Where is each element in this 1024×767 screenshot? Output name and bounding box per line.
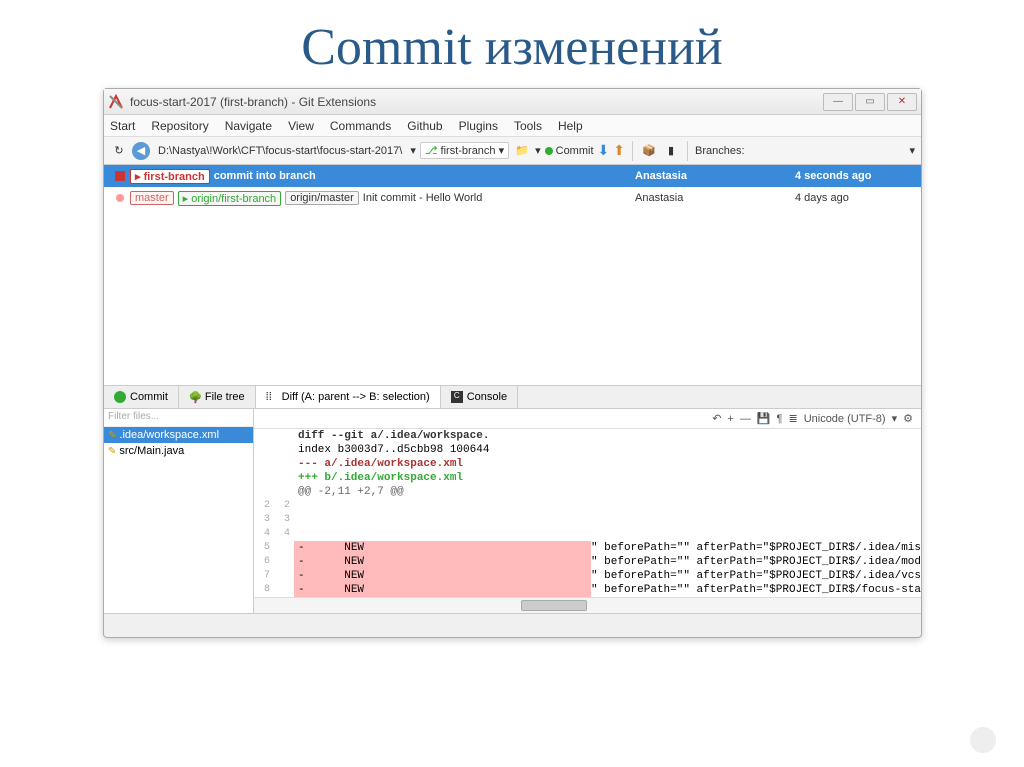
file-item-workspace[interactable]: ✎ .idea/workspace.xml: [104, 427, 253, 443]
branch-icon: ⎇: [425, 144, 438, 157]
menu-navigate[interactable]: Navigate: [225, 119, 272, 133]
menu-commands[interactable]: Commands: [330, 119, 391, 133]
commit-author: Anastasia: [635, 170, 795, 182]
diff-line[interactable]: 22: [254, 499, 921, 513]
commit-time: 4 days ago: [795, 192, 915, 204]
menu-start[interactable]: Start: [110, 119, 135, 133]
commit-row-head[interactable]: ▸ first-branch commit into branch Anasta…: [104, 165, 921, 187]
diff-view: ↶ + — 💾 ¶ ≣ Unicode (UTF-8) ▾ ⚙ diff --g…: [254, 409, 921, 613]
commit-message: Init commit - Hello World: [363, 192, 635, 204]
menu-tools[interactable]: Tools: [514, 119, 542, 133]
menu-help[interactable]: Help: [558, 119, 583, 133]
slide-title: Commit изменений: [0, 0, 1024, 85]
branch-tag-origin-master[interactable]: origin/master: [285, 191, 359, 205]
stash-icon[interactable]: 📦: [640, 142, 658, 160]
edit-icon: ✎: [108, 430, 116, 441]
edit-icon: ✎: [108, 446, 116, 457]
commit-node-icon: [116, 194, 124, 202]
console-tab-icon: C: [451, 391, 463, 403]
pilcrow-icon[interactable]: ¶: [777, 413, 783, 425]
commit-author: Anastasia: [635, 192, 795, 204]
diff-line[interactable]: 8- NEW" beforePath="" afterPath="$PROJEC…: [254, 583, 921, 597]
list-icon[interactable]: ≣: [788, 412, 797, 425]
diff-line[interactable]: index b3003d7..d5cbb98 100644: [254, 443, 921, 457]
file-filter-input[interactable]: Filter files...: [104, 409, 253, 427]
diff-toolbar: ↶ + — 💾 ¶ ≣ Unicode (UTF-8) ▾ ⚙: [254, 409, 921, 429]
scrollbar-thumb[interactable]: [521, 600, 588, 611]
tab-console[interactable]: C Console: [441, 386, 518, 408]
diff-line[interactable]: 5- NEW" beforePath="" afterPath="$PROJEC…: [254, 541, 921, 555]
branches-label: Branches:: [695, 145, 745, 157]
commit-graph: ▸ first-branch commit into branch Anasta…: [104, 165, 921, 385]
diff-line[interactable]: diff --git a/.idea/workspace.: [254, 429, 921, 443]
slide-page-number: [970, 727, 996, 753]
refresh-icon[interactable]: ↻: [110, 142, 128, 160]
pull-icon[interactable]: ⬇: [598, 142, 610, 159]
diff-horizontal-scrollbar[interactable]: [254, 597, 921, 613]
head-branch-tag[interactable]: ▸ first-branch: [130, 169, 210, 184]
menu-plugins[interactable]: Plugins: [459, 119, 498, 133]
main-toolbar: ↻ ◀ D:\Nastya\!Work\CFT\focus-start\focu…: [104, 137, 921, 165]
save-icon[interactable]: 💾: [757, 412, 771, 425]
app-icon: [108, 94, 124, 110]
diff-line[interactable]: 6- NEW" beforePath="" afterPath="$PROJEC…: [254, 555, 921, 569]
titlebar[interactable]: focus-start-2017 (first-branch) - Git Ex…: [104, 89, 921, 115]
push-icon[interactable]: ⬆: [613, 142, 625, 159]
back-icon[interactable]: ◀: [132, 142, 150, 160]
window-title: focus-start-2017 (first-branch) - Git Ex…: [130, 95, 823, 109]
tab-diff[interactable]: ⁞⁞ Diff (A: parent --> B: selection): [256, 386, 441, 408]
commit-button[interactable]: Commit: [545, 145, 594, 157]
branch-tag-master[interactable]: master: [130, 191, 174, 205]
menu-view[interactable]: View: [288, 119, 314, 133]
diff-line[interactable]: +++ b/.idea/workspace.xml: [254, 471, 921, 485]
branch-selector[interactable]: ⎇ first-branch ▾: [420, 142, 509, 159]
diff-line[interactable]: 44: [254, 527, 921, 541]
diff-tab-icon: ⁞⁞: [266, 391, 278, 403]
close-button[interactable]: ✕: [887, 93, 917, 111]
settings-icon[interactable]: ⚙: [903, 412, 913, 425]
folder-icon[interactable]: 📁: [513, 142, 531, 160]
detail-tabs: Commit 🌳 File tree ⁞⁞ Diff (A: parent --…: [104, 385, 921, 409]
commit-tab-icon: [114, 391, 126, 403]
commit-message: commit into branch: [214, 170, 635, 182]
diff-plus-icon[interactable]: +: [727, 413, 733, 425]
tab-commit[interactable]: Commit: [104, 386, 179, 408]
diff-line[interactable]: 7- NEW" beforePath="" afterPath="$PROJEC…: [254, 569, 921, 583]
commit-node-icon: [115, 171, 125, 181]
commit-time: 4 seconds ago: [795, 170, 915, 182]
maximize-button[interactable]: ▭: [855, 93, 885, 111]
detail-pane: Filter files... ✎ .idea/workspace.xml ✎ …: [104, 409, 921, 614]
encoding-selector[interactable]: Unicode (UTF-8): [804, 413, 886, 425]
minimize-button[interactable]: —: [823, 93, 853, 111]
branch-tag-origin-first[interactable]: ▸ origin/first-branch: [178, 191, 282, 206]
terminal-icon[interactable]: ▮: [662, 142, 680, 160]
diff-minus-icon[interactable]: —: [740, 413, 751, 425]
diff-line[interactable]: 33: [254, 513, 921, 527]
menu-repository[interactable]: Repository: [151, 119, 208, 133]
file-list: Filter files... ✎ .idea/workspace.xml ✎ …: [104, 409, 254, 613]
path-dropdown-icon[interactable]: ▾: [410, 144, 416, 157]
filetree-tab-icon: 🌳: [189, 391, 201, 403]
branch-dropdown-icon: ▾: [499, 144, 505, 157]
app-window: focus-start-2017 (first-branch) - Git Ex…: [103, 88, 922, 638]
toolbar-dropdown-icon[interactable]: ▾: [909, 144, 915, 157]
commit-label: Commit: [556, 145, 594, 157]
diff-line[interactable]: @@ -2,11 +2,7 @@: [254, 485, 921, 499]
undo-icon[interactable]: ↶: [712, 412, 721, 425]
diff-line[interactable]: --- a/.idea/workspace.xml: [254, 457, 921, 471]
tab-filetree[interactable]: 🌳 File tree: [179, 386, 256, 408]
file-item-mainjava[interactable]: ✎ src/Main.java: [104, 443, 253, 459]
commit-row[interactable]: master ▸ origin/first-branch origin/mast…: [104, 187, 921, 209]
diff-content[interactable]: diff --git a/.idea/workspace.index b3003…: [254, 429, 921, 597]
menubar: Start Repository Navigate View Commands …: [104, 115, 921, 137]
branch-name: first-branch: [441, 145, 496, 157]
commit-dot-icon: [545, 147, 553, 155]
menu-github[interactable]: Github: [407, 119, 442, 133]
repo-path[interactable]: D:\Nastya\!Work\CFT\focus-start\focus-st…: [154, 145, 406, 157]
